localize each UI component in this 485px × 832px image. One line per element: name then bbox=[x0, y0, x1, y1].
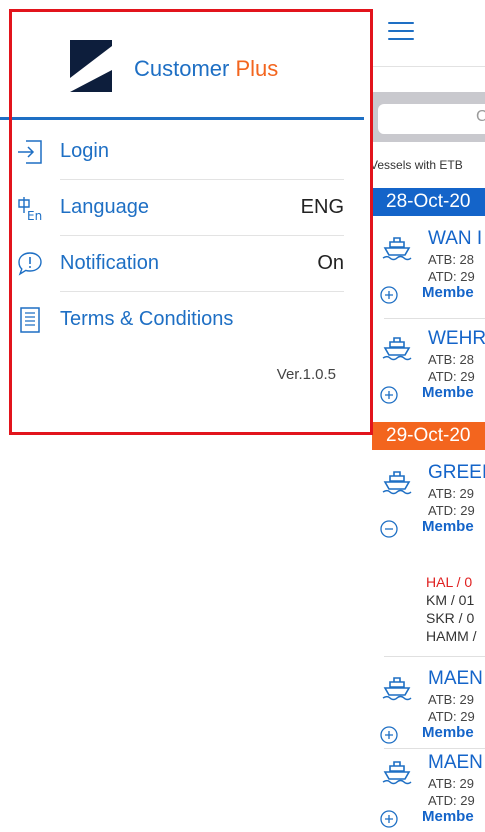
ship-icon bbox=[382, 471, 412, 495]
vessel-name: WAN I bbox=[428, 228, 483, 249]
date-header: 28-Oct-20 bbox=[372, 188, 485, 216]
member-link[interactable]: Membe bbox=[422, 284, 474, 301]
ship-icon bbox=[382, 761, 412, 785]
member-link[interactable]: Membe bbox=[422, 808, 474, 825]
search-placeholder-text: C bbox=[476, 108, 485, 125]
vessel-name: MAEN bbox=[428, 668, 483, 689]
menu-item-notification[interactable]: Notification On bbox=[16, 236, 344, 292]
menu-item-label: Terms & Conditions bbox=[60, 308, 234, 330]
hamburger-menu-icon[interactable] bbox=[388, 22, 414, 42]
vessel-atd: ATD: 29 bbox=[428, 503, 475, 518]
vessel-atb: ATB: 28 bbox=[428, 352, 475, 367]
ship-icon bbox=[382, 237, 412, 261]
brand-name: Customer Plus bbox=[134, 56, 278, 82]
collapse-minus-icon[interactable] bbox=[380, 520, 398, 538]
menu-item-login[interactable]: Login bbox=[16, 124, 344, 180]
brand-name-accent: Plus bbox=[235, 56, 279, 81]
menu-item-terms[interactable]: Terms & Conditions bbox=[16, 292, 344, 348]
brand-header: Customer Plus bbox=[0, 0, 372, 120]
list-divider bbox=[384, 656, 485, 657]
app-version: Ver.1.0.5 bbox=[276, 366, 336, 383]
login-icon bbox=[18, 140, 42, 164]
vessel-list-caption: Vessels with ETB bbox=[370, 158, 463, 172]
member-detail: HAL / 0 bbox=[426, 574, 473, 590]
member-detail: HAMM / bbox=[426, 628, 477, 644]
vessel-name: GREEI bbox=[428, 462, 485, 483]
list-divider bbox=[384, 748, 485, 749]
list-divider bbox=[384, 318, 485, 319]
vessel-atb: ATB: 29 bbox=[428, 776, 475, 791]
menu-item-label: Login bbox=[60, 140, 109, 162]
notification-icon bbox=[18, 252, 42, 276]
expand-plus-icon[interactable] bbox=[380, 286, 398, 304]
ship-icon bbox=[382, 677, 412, 701]
customer-plus-logo bbox=[70, 40, 112, 92]
brand-divider bbox=[0, 117, 364, 120]
brand-name-main: Customer bbox=[134, 56, 230, 81]
menu-item-language[interactable]: En Language ENG bbox=[16, 180, 344, 236]
notification-value: On bbox=[317, 252, 344, 274]
expand-plus-icon[interactable] bbox=[380, 386, 398, 404]
member-detail: SKR / 0 bbox=[426, 610, 475, 626]
menu-item-label: Language bbox=[60, 196, 149, 218]
svg-text:En: En bbox=[27, 209, 42, 222]
vessel-atb: ATB: 28 bbox=[428, 252, 475, 267]
language-value: ENG bbox=[300, 196, 344, 218]
vessel-name: MAEN bbox=[428, 752, 483, 773]
vessel-atb: ATB: 29 bbox=[428, 486, 475, 501]
date-header: 29-Oct-20 bbox=[372, 422, 485, 450]
vessel-name: WEHR bbox=[428, 328, 485, 349]
member-link[interactable]: Membe bbox=[422, 384, 474, 401]
vessel-atd: ATD: 29 bbox=[428, 369, 475, 384]
ship-icon bbox=[382, 337, 412, 361]
member-link[interactable]: Membe bbox=[422, 724, 474, 741]
expand-plus-icon[interactable] bbox=[380, 810, 398, 828]
side-drawer: Customer Plus Login En Language ENG Noti… bbox=[0, 0, 372, 832]
vessel-atd: ATD: 29 bbox=[428, 709, 475, 724]
document-icon bbox=[20, 307, 40, 333]
header-divider bbox=[372, 66, 485, 67]
vessel-atd: ATD: 29 bbox=[428, 269, 475, 284]
vessel-atd: ATD: 29 bbox=[428, 793, 475, 808]
language-icon: En bbox=[18, 197, 42, 222]
menu-item-label: Notification bbox=[60, 252, 159, 274]
member-detail: KM / 01 bbox=[426, 592, 475, 608]
expand-plus-icon[interactable] bbox=[380, 726, 398, 744]
member-link[interactable]: Membe bbox=[422, 518, 474, 535]
search-input[interactable] bbox=[378, 104, 485, 134]
vessel-atb: ATB: 29 bbox=[428, 692, 475, 707]
